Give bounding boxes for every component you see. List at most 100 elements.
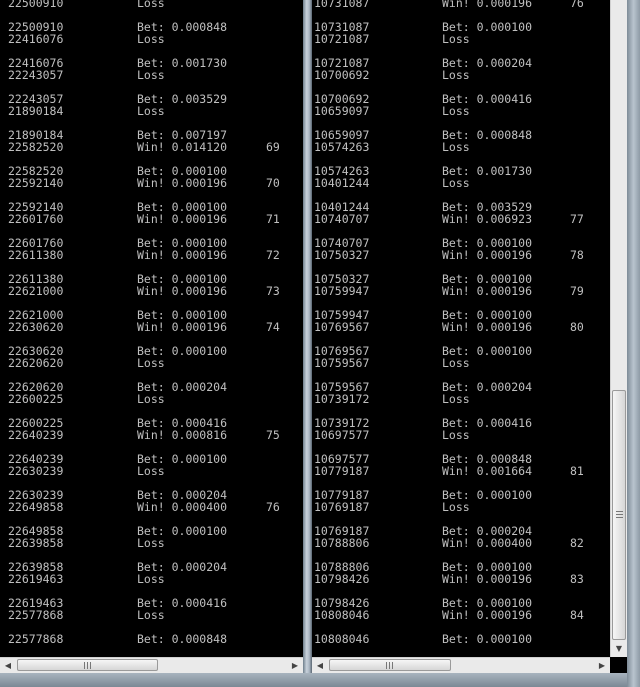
console-line: 10697577 Loss [312, 429, 610, 441]
win-count: 77 [570, 212, 584, 226]
window-frame-right [627, 0, 640, 687]
tx-id: 22620620 [8, 356, 64, 370]
result-text: Loss [442, 68, 470, 82]
tx-id: 10759567 [314, 356, 370, 370]
right-vertical-scrollbar[interactable]: ▼ [610, 0, 627, 657]
result-text: Win! 0.000196 [137, 284, 228, 298]
tx-id: 22582520 [8, 140, 64, 154]
win-count: 82 [570, 536, 584, 550]
console-line: 22639858 Loss [0, 537, 303, 549]
tx-id: 10759947 [314, 284, 370, 298]
right-console-pane[interactable]: 10731087 Win! 0.000196 76 10731087 Bet: 0.00… [312, 0, 610, 657]
scroll-right-arrow-icon[interactable]: ▶ [287, 658, 303, 673]
console-line: 22577868 Loss [0, 609, 303, 621]
result-text: Loss [442, 104, 470, 118]
scroll-left-arrow-icon[interactable]: ◀ [0, 658, 16, 673]
win-count: 76 [570, 0, 584, 10]
left-horizontal-scrollbar[interactable]: ◀ ▶ [0, 657, 303, 673]
result-text: Win! 0.014120 [137, 140, 228, 154]
result-text: Loss [137, 392, 165, 406]
grip-icon [616, 511, 623, 520]
scroll-left-arrow-icon[interactable]: ◀ [312, 658, 328, 673]
console-line: 10739172 Loss [312, 393, 610, 405]
horizontal-scroll-thumb[interactable] [17, 659, 158, 671]
win-count: 76 [266, 500, 280, 514]
tx-id: 22630239 [8, 464, 64, 478]
console-line: 22620620 Loss [0, 357, 303, 369]
console-line: 10769567 Win! 0.000196 80 [312, 321, 610, 333]
tx-id: 10700692 [314, 68, 370, 82]
win-count: 70 [266, 176, 280, 190]
console-line: 10798426 Win! 0.000196 83 [312, 573, 610, 585]
horizontal-scroll-thumb[interactable] [329, 659, 451, 671]
console-line: 10808046 Bet: 0.000100 [312, 633, 610, 645]
win-count: 71 [266, 212, 280, 226]
scroll-down-arrow-icon[interactable]: ▼ [611, 641, 627, 657]
result-text: Loss [442, 428, 470, 442]
console-line: 21890184 Loss [0, 105, 303, 117]
left-console-pane[interactable]: 22500910 Loss 22500910 Bet: 0.000848 2241607… [0, 0, 303, 657]
tx-id: 10731087 [314, 0, 370, 10]
result-text: Win! 0.000196 [137, 248, 228, 262]
result-text: Bet: 0.000100 [442, 632, 533, 646]
tx-id: 10401244 [314, 176, 370, 190]
result-text: Win! 0.000196 [442, 320, 533, 334]
console-line: 22416076 Loss [0, 33, 303, 45]
grip-icon [386, 662, 395, 669]
console-line: 22500910 Loss [0, 0, 303, 9]
console-line: 22600225 Loss [0, 393, 303, 405]
tx-id: 10750327 [314, 248, 370, 262]
tx-id: 10721087 [314, 32, 370, 46]
right-horizontal-scrollbar[interactable]: ◀ ▶ [312, 657, 610, 673]
tx-id: 22500910 [8, 0, 64, 10]
console-line: 22619463 Loss [0, 573, 303, 585]
console-line: 22592140 Win! 0.000196 70 [0, 177, 303, 189]
console-line: 10759567 Loss [312, 357, 610, 369]
tx-id: 22639858 [8, 536, 64, 550]
window-frame-bottom [0, 673, 627, 687]
pane-divider[interactable] [303, 0, 312, 687]
tx-id: 10740707 [314, 212, 370, 226]
result-text: Win! 0.000816 [137, 428, 228, 442]
grip-icon [83, 662, 93, 669]
console-line: 22621000 Win! 0.000196 73 [0, 285, 303, 297]
win-count: 81 [570, 464, 584, 478]
result-text: Win! 0.000400 [442, 536, 533, 550]
tx-id: 10788806 [314, 536, 370, 550]
scroll-right-arrow-icon[interactable]: ▶ [594, 658, 610, 673]
result-text: Loss [442, 392, 470, 406]
result-text: Bet: 0.000848 [137, 632, 228, 646]
win-count: 73 [266, 284, 280, 298]
tx-id: 21890184 [8, 104, 64, 118]
result-text: Win! 0.001664 [442, 464, 533, 478]
win-count: 80 [570, 320, 584, 334]
console-line: 10721087 Loss [312, 33, 610, 45]
result-text: Win! 0.000400 [137, 500, 228, 514]
result-text: Win! 0.006923 [442, 212, 533, 226]
win-count: 78 [570, 248, 584, 262]
win-count: 72 [266, 248, 280, 262]
result-text: Win! 0.000196 [442, 0, 533, 10]
console-line: 10788806 Win! 0.000400 82 [312, 537, 610, 549]
vertical-scroll-thumb[interactable] [612, 390, 626, 640]
tx-id: 22630620 [8, 320, 64, 334]
tx-id: 10697577 [314, 428, 370, 442]
win-count: 79 [570, 284, 584, 298]
tx-id: 22600225 [8, 392, 64, 406]
result-text: Win! 0.000196 [137, 212, 228, 226]
result-text: Loss [137, 32, 165, 46]
console-line: 10574263 Loss [312, 141, 610, 153]
result-text: Loss [137, 104, 165, 118]
console-line: 10731087 Win! 0.000196 76 [312, 0, 610, 9]
tx-id: 10779187 [314, 464, 370, 478]
result-text: Loss [442, 32, 470, 46]
result-text: Loss [442, 500, 470, 514]
console-line: 22611380 Win! 0.000196 72 [0, 249, 303, 261]
tx-id: 22577868 [8, 608, 64, 622]
result-text: Loss [137, 572, 165, 586]
tx-id: 10769567 [314, 320, 370, 334]
result-text: Win! 0.000196 [137, 176, 228, 190]
tx-id: 10739172 [314, 392, 370, 406]
console-line: 10659097 Loss [312, 105, 610, 117]
result-text: Loss [137, 536, 165, 550]
